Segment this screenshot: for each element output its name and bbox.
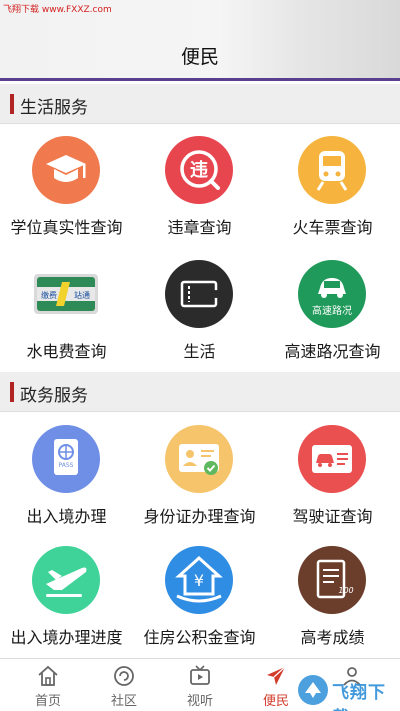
- service-label: 火车票查询: [292, 218, 373, 237]
- watermark-bottom: 飞翔下载: [296, 672, 396, 711]
- service-highway-traffic[interactable]: 高速路况 高速路况查询: [266, 260, 399, 380]
- watermark-logo-icon: [298, 675, 328, 705]
- service-exam-score[interactable]: 100 高考成绩: [266, 546, 399, 666]
- traffic-violation-icon: 违: [165, 136, 233, 204]
- service-life[interactable]: 生活: [133, 260, 266, 380]
- community-icon: [112, 664, 136, 688]
- tab-label: 视听: [186, 694, 213, 709]
- driver-license-icon: [298, 425, 366, 493]
- badge-text: ¥: [193, 571, 205, 590]
- service-id-card[interactable]: 身份证办理查询: [133, 425, 266, 545]
- send-icon: [264, 664, 288, 688]
- section-accent-bar: [10, 94, 14, 114]
- home-icon: [36, 664, 60, 688]
- section-title: 政务服务: [20, 386, 88, 406]
- house-fund-icon: ¥: [165, 546, 233, 614]
- section-title: 生活服务: [20, 98, 88, 118]
- service-traffic-violation[interactable]: 违 违章查询: [133, 136, 266, 256]
- watermark-top: 飞翔下载 www.FXXZ.com: [3, 5, 112, 15]
- service-train-ticket[interactable]: 火车票查询: [266, 136, 399, 256]
- badge-text: 高速路况: [312, 306, 352, 317]
- svg-text:站通: 站通: [74, 290, 90, 300]
- service-label: 学位真实性查询: [10, 218, 123, 237]
- service-utility-bill[interactable]: 缴费 站通 水电费查询: [0, 260, 133, 380]
- ticket-icon: [165, 260, 233, 328]
- service-label: 高考成绩: [300, 628, 365, 647]
- section-header-life: 生活服务: [0, 84, 400, 124]
- svg-text:缴费: 缴费: [41, 290, 57, 300]
- page-title: 便民: [180, 46, 219, 68]
- header-divider: [0, 78, 400, 81]
- service-label: 违章查询: [167, 218, 232, 237]
- service-label: 出入境办理进度: [10, 628, 123, 647]
- tab-label: 首页: [34, 694, 61, 709]
- header: 飞翔下载 www.FXXZ.com 便民: [0, 0, 400, 81]
- svg-text:违: 违: [190, 159, 208, 181]
- tab-audio-video[interactable]: 视听: [160, 659, 240, 711]
- tab-label: 社区: [110, 694, 137, 709]
- tab-community[interactable]: 社区: [84, 659, 164, 711]
- train-icon: [298, 136, 366, 204]
- service-label: 生活: [183, 342, 216, 361]
- service-label: 高速路况查询: [284, 342, 381, 361]
- service-degree-verify[interactable]: 学位真实性查询: [0, 136, 133, 256]
- section-header-government: 政务服务: [0, 372, 400, 412]
- badge-text: PASS: [58, 462, 74, 469]
- badge-text: 100: [338, 586, 354, 595]
- airplane-icon: [32, 546, 100, 614]
- service-label: 水电费查询: [26, 342, 107, 361]
- tv-icon: [188, 664, 212, 688]
- service-driver-license[interactable]: 驾驶证查询: [266, 425, 399, 545]
- highway-car-icon: 高速路况: [298, 260, 366, 328]
- tab-home[interactable]: 首页: [8, 659, 88, 711]
- graduation-cap-icon: [32, 136, 100, 204]
- service-exit-entry[interactable]: PASS 出入境办理: [0, 425, 133, 545]
- utility-card-icon: 缴费 站通: [32, 260, 100, 328]
- exam-score-icon: 100: [298, 546, 366, 614]
- service-housing-fund[interactable]: ¥ 住房公积金查询: [133, 546, 266, 666]
- watermark-text: 飞翔下载: [332, 683, 386, 711]
- id-card-icon: [165, 425, 233, 493]
- service-label: 驾驶证查询: [292, 507, 373, 526]
- service-label: 出入境办理: [26, 507, 107, 526]
- service-exit-entry-progress[interactable]: 出入境办理进度: [0, 546, 133, 666]
- section-accent-bar: [10, 382, 14, 402]
- service-label: 身份证办理查询: [143, 507, 256, 526]
- passport-icon: PASS: [32, 425, 100, 493]
- service-label: 住房公积金查询: [143, 628, 256, 647]
